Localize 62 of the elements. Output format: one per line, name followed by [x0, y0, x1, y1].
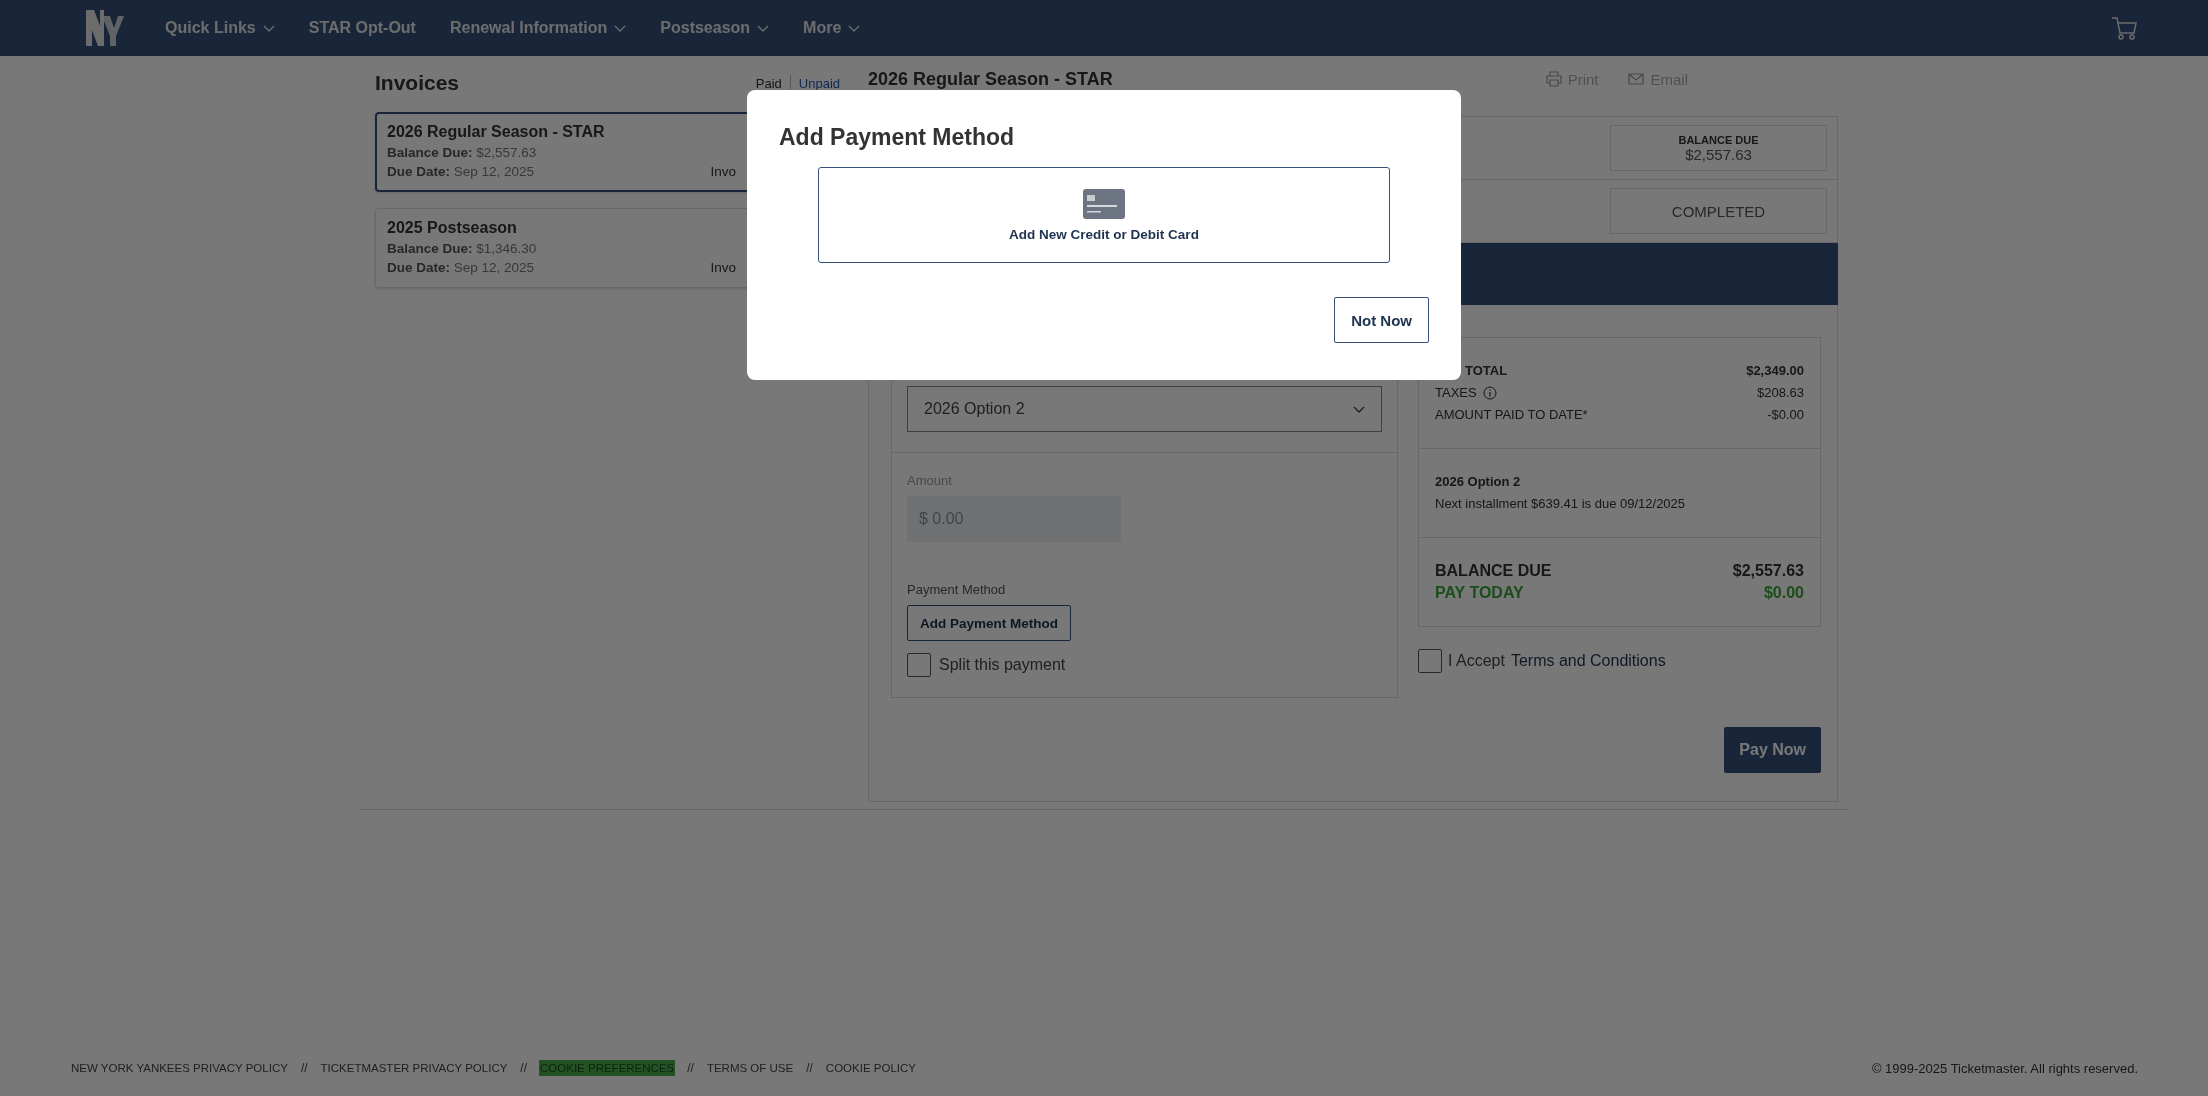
filter-link[interactable]: Paid: [755, 75, 782, 91]
terms-link[interactable]: Terms and Conditions: [1510, 652, 1666, 670]
summary-value: -$0.00: [1767, 406, 1804, 424]
not-now-button[interactable]: Not Now: [1334, 297, 1429, 343]
section-title: Invoices: [375, 71, 460, 95]
credit-card-icon: [1083, 188, 1125, 219]
plan-dropdown[interactable]: 2026 Option 2: [907, 386, 1382, 432]
invoice-heading: 2026 Regular Season - STAR: [868, 68, 1113, 90]
payment-method-label: Payment Method: [907, 582, 1007, 597]
footer-link[interactable]: TERMS OF USE: [705, 1060, 795, 1076]
nav-link[interactable]: STAR Opt-Out: [308, 19, 416, 37]
invoice-balance: Balance Due: $2,557.63: [387, 144, 537, 162]
total-label: PAY TODAY: [1435, 583, 1524, 603]
total-label: BALANCE DUE: [1435, 561, 1552, 581]
summary-label: AMOUNT PAID TO DATE*: [1435, 406, 1588, 424]
chevron-down-icon: [848, 24, 861, 32]
separator-text: //: [687, 1061, 694, 1075]
nav-link[interactable]: Renewal Information: [449, 19, 627, 37]
balance-due-value: $2,557.63: [1685, 145, 1752, 163]
nav-link[interactable]: Quick Links: [165, 19, 275, 37]
add-card-option[interactable]: Add New Credit or Debit Card: [818, 167, 1390, 263]
checkbox-label: Split this payment: [939, 656, 1066, 674]
filter-link[interactable]: Unpaid: [798, 75, 840, 91]
chevron-down-icon: [262, 24, 275, 32]
cart-icon: [2110, 15, 2138, 41]
separator-text: //: [300, 1061, 308, 1075]
installment-note: Next installment $639.41 is due 09/12/2025: [1435, 495, 1687, 513]
separator-text: //: [520, 1061, 528, 1075]
chevron-down-icon: [1353, 405, 1365, 413]
plan-name: 2026 Option 2: [1435, 473, 1522, 491]
nav-link[interactable]: More: [803, 19, 861, 37]
summary-label: TAXES: [1435, 384, 1477, 402]
invoice-text: Invo: [710, 259, 736, 277]
checkbox[interactable]: [1418, 649, 1442, 673]
status-badge: COMPLETED: [1610, 188, 1827, 234]
chevron-down-icon: [757, 24, 770, 32]
nav-link[interactable]: Postseason: [660, 19, 770, 37]
copyright-text: © 1999-2025 Ticketmaster. All rights reserved.: [1871, 1060, 2138, 1076]
footer-link[interactable]: TICKETMASTER PRIVACY POLICY: [319, 1060, 509, 1076]
printer-icon: [1545, 71, 1562, 87]
add-payment-method-button[interactable]: Add Payment Method: [907, 605, 1071, 641]
balance-due-label: BALANCE DUE: [1678, 133, 1759, 146]
invoice-title: 2026 Regular Season - STAR: [387, 123, 605, 141]
checkbox-label: I Accept: [1448, 652, 1505, 670]
invoice-due-date: Due Date: Sep 12, 2025: [387, 259, 535, 277]
envelope-icon: [1628, 72, 1645, 86]
summary-label: TOTAL: [1465, 362, 1508, 380]
invoice-title: 2025 Postseason: [387, 219, 517, 237]
invoice-balance: Balance Due: $1,346.30: [387, 240, 537, 258]
invoice-text: Invo: [710, 163, 736, 181]
summary-value: $208.63: [1757, 384, 1804, 402]
checkbox[interactable]: [907, 653, 931, 677]
separator-text: //: [806, 1061, 813, 1075]
invoice-due-date: Due Date: Sep 12, 2025: [387, 163, 535, 181]
footer-link[interactable]: COOKIE POLICY: [824, 1060, 917, 1076]
total-value: $2,557.63: [1732, 561, 1804, 581]
info-icon: [1482, 386, 1497, 400]
pay-now-button[interactable]: Pay Now: [1724, 727, 1821, 773]
total-value: $0.00: [1763, 583, 1804, 603]
chevron-down-icon: [614, 24, 627, 32]
footer-link[interactable]: NEW YORK YANKEES PRIVACY POLICY: [70, 1060, 289, 1076]
summary-value: $2,349.00: [1746, 362, 1804, 380]
